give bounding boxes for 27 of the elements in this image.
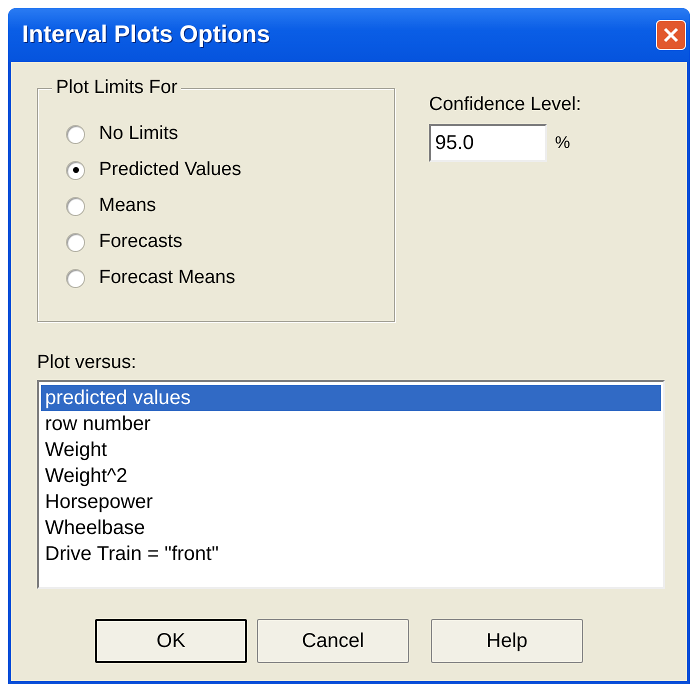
list-item[interactable]: Horsepower — [41, 489, 661, 515]
list-box[interactable]: predicted values row number Weight Weight^2 Horsepower Wheelbase Drive Train = "front" — [37, 380, 665, 589]
list-item[interactable]: Drive Train = "front" — [41, 541, 661, 567]
radio-button[interactable] — [66, 232, 85, 252]
list-item[interactable]: predicted values — [41, 385, 661, 411]
field-label: Confidence Level: — [429, 94, 582, 116]
list-item[interactable]: Wheelbase — [41, 515, 661, 541]
list-item[interactable]: Weight — [41, 437, 661, 463]
input-field[interactable]: 95.0 — [429, 124, 547, 162]
list-item[interactable]: Weight^2 — [41, 463, 661, 489]
window-title: Interval Plots Options — [22, 21, 270, 49]
radio-label: Predicted Values — [99, 159, 242, 181]
radio-label: Means — [99, 195, 156, 217]
radio-button[interactable] — [66, 160, 85, 180]
dialog-button[interactable]: OK — [95, 619, 247, 663]
radio-label: Forecast Means — [99, 267, 236, 289]
radio-button[interactable] — [66, 196, 85, 216]
dialog-button[interactable]: Cancel — [257, 619, 409, 663]
radio-button[interactable] — [66, 124, 85, 144]
list-item[interactable]: row number — [41, 411, 661, 437]
unit-label: % — [555, 133, 570, 153]
radio-button[interactable] — [66, 268, 85, 288]
list-label: Plot versus: — [37, 352, 138, 374]
radio-label: No Limits — [99, 123, 178, 145]
radio-label: Forecasts — [99, 231, 182, 253]
dialog-button[interactable]: Help — [431, 619, 583, 663]
close-icon[interactable] — [656, 20, 686, 50]
